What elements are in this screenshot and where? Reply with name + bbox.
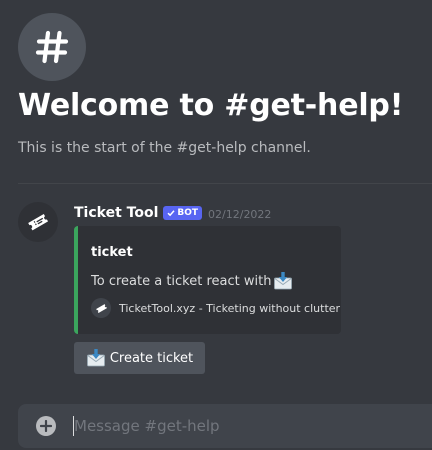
message-composer <box>18 404 432 448</box>
envelope-with-arrow-icon <box>86 349 105 367</box>
embed-title: ticket <box>91 245 133 260</box>
bot-badge-label: BOT <box>177 208 199 218</box>
embed: ticket To create a ticket react with Tic… <box>74 226 341 334</box>
embed-footer-text: TicketTool.xyz - Ticketing without clutt… <box>119 301 341 315</box>
ticket-icon <box>95 303 107 313</box>
envelope-with-arrow-icon <box>274 272 293 290</box>
embed-footer: TicketTool.xyz - Ticketing without clutt… <box>91 298 340 318</box>
ticket-icon <box>28 214 49 231</box>
avatar[interactable] <box>18 202 58 242</box>
channel-hash-avatar <box>18 13 86 81</box>
embed-description-row: To create a ticket react with <box>91 270 293 292</box>
create-ticket-label: Create ticket <box>109 350 194 366</box>
message-header: Ticket Tool BOT 02/12/2022 <box>74 204 271 222</box>
embed-description: To create a ticket react with <box>91 273 272 289</box>
welcome-title: Welcome to #get-help! <box>18 88 404 123</box>
create-ticket-button[interactable]: Create ticket <box>74 342 205 374</box>
footer-avatar <box>91 298 111 318</box>
timestamp: 02/12/2022 <box>208 207 272 221</box>
message-input[interactable] <box>74 415 414 437</box>
verified-check-icon <box>167 210 175 217</box>
plus-icon <box>40 420 52 432</box>
welcome-subtitle: This is the start of the #get-help chann… <box>18 140 311 156</box>
bot-badge: BOT <box>163 206 203 220</box>
divider <box>18 183 432 184</box>
hash-icon <box>35 30 69 64</box>
username[interactable]: Ticket Tool <box>74 205 158 221</box>
plus-circle-icon[interactable] <box>36 416 56 436</box>
